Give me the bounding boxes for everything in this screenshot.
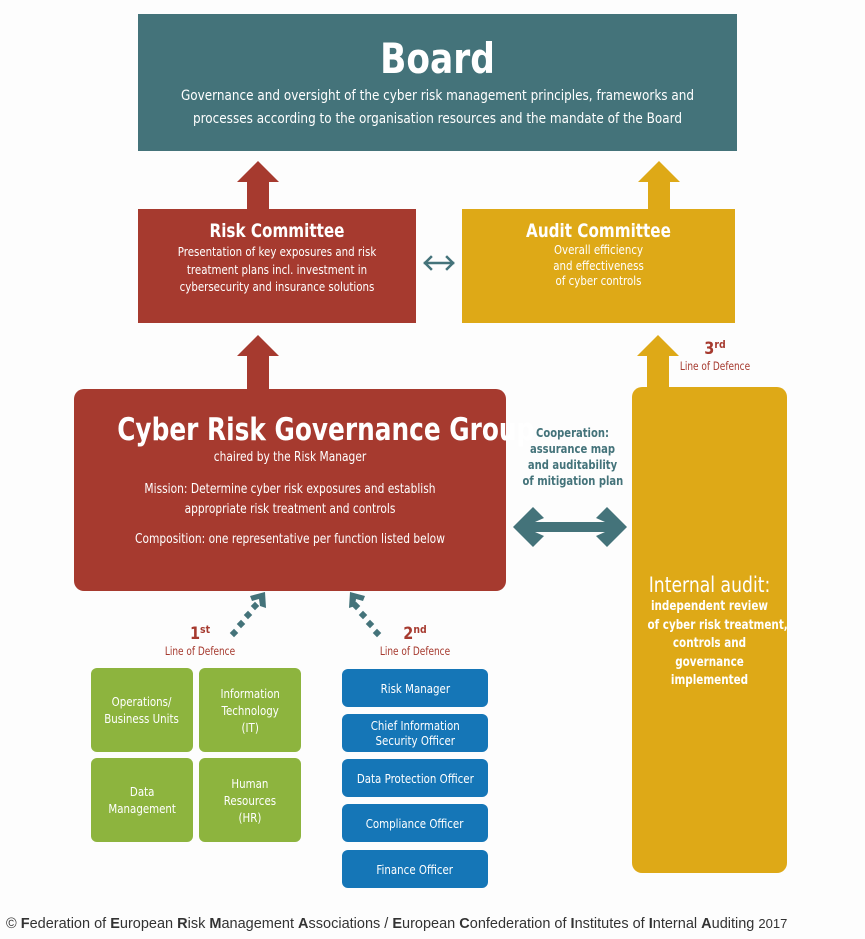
third-line-text: Line of Defence xyxy=(679,359,751,373)
crgg-subtitle: chaired by the Risk Manager xyxy=(213,450,367,465)
risk-committee-title: Risk Committee xyxy=(209,220,345,242)
internal-audit-box: Internal audit: independent review of cy… xyxy=(632,387,788,873)
function-label: Human Resources (HR) xyxy=(223,775,277,825)
double-arrow-cooperation-icon xyxy=(513,507,627,547)
crgg-mission-line1: Mission: Determine cyber risk exposures … xyxy=(144,482,436,497)
function-label: Chief Information Security Officer xyxy=(370,718,460,748)
cooperation-label: Cooperation: assurance map and auditabil… xyxy=(522,425,624,489)
function-label: Data Protection Officer xyxy=(356,770,474,786)
cooperation-line3: and auditability xyxy=(527,457,618,472)
arrow-up-audit-to-board xyxy=(638,161,680,209)
first-line-of-defence-label: 1st Line of Defence xyxy=(145,620,255,658)
arrow-up-risk-to-board xyxy=(237,161,279,209)
function-label: Risk Manager xyxy=(380,680,450,696)
audit-committee-box: Audit Committee Overall efficiency and e… xyxy=(462,209,735,323)
risk-committee-desc-line2: treatment plans incl. investment in xyxy=(186,261,368,277)
third-line-number: 3 xyxy=(704,339,715,359)
second-line-suffix: nd xyxy=(413,623,427,636)
internal-audit-title: Internal audit: xyxy=(648,573,771,597)
first-line-function-data-management: Data Management xyxy=(91,758,193,842)
first-line-function-hr: Human Resources (HR) xyxy=(199,758,301,842)
second-line-function-risk-manager: Risk Manager xyxy=(342,669,488,707)
footer-year: 2017 xyxy=(758,916,788,931)
internal-audit-line2: of cyber risk treatment, xyxy=(647,617,788,633)
audit-committee-title: Audit Committee xyxy=(526,220,671,242)
crgg-mission-line2: appropriate risk treatment and controls xyxy=(184,502,396,517)
risk-committee-desc-line1: Presentation of key exposures and risk xyxy=(177,244,377,259)
board-description-line1: Governance and oversight of the cyber ri… xyxy=(180,88,695,104)
first-line-text: Line of Defence xyxy=(164,644,236,658)
internal-audit-line1: independent review xyxy=(650,599,769,614)
second-line-function-compliance: Compliance Officer xyxy=(342,804,488,842)
first-line-number: 1 xyxy=(189,624,201,644)
cooperation-line4: of mitigation plan xyxy=(522,473,624,488)
function-label: Operations/ Business Units xyxy=(104,694,180,726)
internal-audit-line5: implemented xyxy=(670,673,749,688)
risk-committee-box: Risk Committee Presentation of key expos… xyxy=(138,209,416,323)
board-box: Board Governance and oversight of the cy… xyxy=(138,14,737,151)
copyright-symbol: © xyxy=(6,916,17,932)
function-label: Compliance Officer xyxy=(366,815,464,831)
third-line-suffix: rd xyxy=(714,338,726,351)
first-line-function-operations: Operations/ Business Units xyxy=(91,668,193,752)
second-line-function-finance: Finance Officer xyxy=(342,850,488,888)
second-line-function-ciso: Chief Information Security Officer xyxy=(342,714,488,752)
board-description-line2: processes according to the organisation … xyxy=(192,111,683,127)
crgg-title: Cyber Risk Governance Group xyxy=(117,412,535,448)
third-line-of-defence-label: 3rd Line of Defence xyxy=(660,335,770,373)
first-line-function-it: Information Technology (IT) xyxy=(199,668,301,752)
arrow-up-crgg-to-risk xyxy=(237,335,279,389)
function-label: Finance Officer xyxy=(376,861,454,877)
crgg-composition: Composition: one representative per func… xyxy=(135,532,445,547)
function-label: Information Technology (IT) xyxy=(220,685,280,735)
cooperation-line2: assurance map xyxy=(529,441,616,456)
cooperation-line1: Cooperation: xyxy=(536,425,609,440)
second-line-number: 2 xyxy=(403,624,414,644)
function-label: Data Management xyxy=(108,784,176,816)
copyright-footer: © Federation of European Risk Management… xyxy=(6,916,787,932)
footer-org2: European Confederation of Institutes of … xyxy=(392,916,755,932)
risk-committee-desc-line3: cybersecurity and insurance solutions xyxy=(179,279,375,294)
second-line-of-defence-label: 2nd Line of Defence xyxy=(360,620,470,658)
board-title: Board xyxy=(380,34,495,83)
internal-audit-line4: governance xyxy=(675,654,744,670)
second-line-text: Line of Defence xyxy=(379,644,451,658)
first-line-suffix: st xyxy=(200,623,211,636)
cyber-risk-governance-group-box: Cyber Risk Governance Group chaired by t… xyxy=(74,389,535,591)
internal-audit-line3: controls and xyxy=(672,636,747,651)
footer-separator: / xyxy=(380,916,393,932)
audit-committee-desc-line3: of cyber controls xyxy=(555,273,642,288)
double-arrow-committees-icon xyxy=(423,255,455,271)
second-line-function-dpo: Data Protection Officer xyxy=(342,759,488,797)
footer-org1: Federation of European Risk Management A… xyxy=(20,916,381,932)
